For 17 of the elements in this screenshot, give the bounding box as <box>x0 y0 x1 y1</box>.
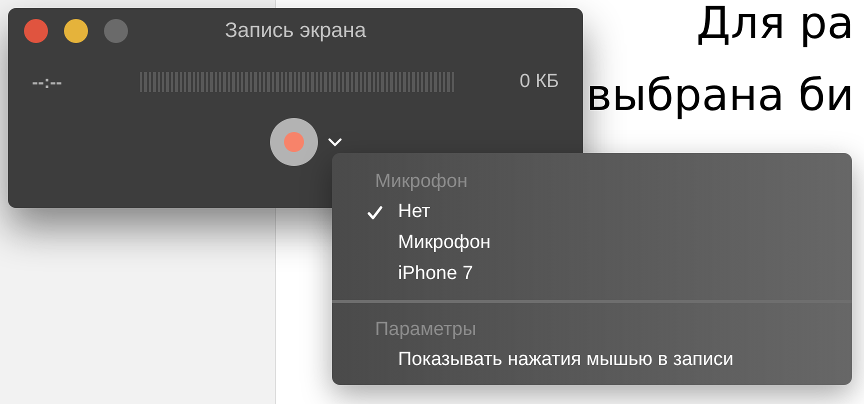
close-button[interactable] <box>24 19 48 43</box>
file-size: 0 КБ <box>520 70 559 94</box>
menu-section-header: Микрофон <box>375 170 468 194</box>
menu-item[interactable]: Микрофон <box>332 228 852 259</box>
menu-item[interactable]: Нет <box>332 197 852 228</box>
elapsed-time: --:-- <box>32 70 63 94</box>
document-text: Для ра <box>696 0 854 51</box>
record-icon <box>284 132 304 152</box>
document-text: выбрана би <box>586 69 854 123</box>
menu-item[interactable]: Показывать нажатия мышью в записи <box>332 345 852 376</box>
menu-item[interactable]: iPhone 7 <box>332 259 852 290</box>
record-button[interactable] <box>270 118 318 166</box>
minimize-button[interactable] <box>64 19 88 43</box>
menu-section-header: Параметры <box>375 318 476 342</box>
window-title: Запись экрана <box>224 18 368 44</box>
chevron-icon[interactable] <box>328 138 342 146</box>
checkmark-icon <box>367 204 383 220</box>
